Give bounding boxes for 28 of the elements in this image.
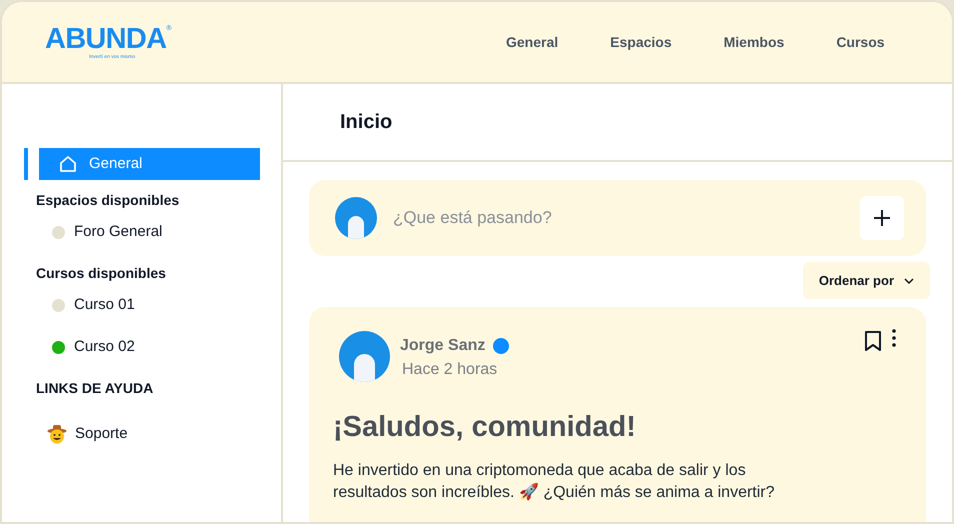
chevron-down-icon — [904, 278, 914, 284]
more-options-icon[interactable] — [892, 329, 896, 347]
nav-link[interactable]: Miembos — [698, 32, 810, 52]
bookmark-icon[interactable] — [864, 331, 882, 351]
author-name: Jorge Sanz — [400, 336, 486, 356]
logo-wordmark: ABUNDA — [45, 24, 166, 54]
cowboy-face-icon — [47, 424, 67, 444]
sidebar-link[interactable]: Curso 01 — [52, 284, 135, 326]
home-icon — [59, 155, 77, 173]
post-time: Hace 2 horas — [402, 360, 498, 380]
nav-link[interactable]: Cursos — [811, 32, 910, 52]
sidebar-link[interactable]: Foro General — [52, 211, 162, 253]
nav-link[interactable]: Espacios — [585, 32, 697, 52]
add-button[interactable] — [860, 196, 904, 240]
post-input-field[interactable]: ¿Que está pasando? — [393, 205, 844, 231]
sidebar-link[interactable]: Curso 02 — [52, 326, 135, 368]
section-heading: LINKS DE AYUDA — [36, 379, 154, 398]
section-heading: Espacios disponibles — [36, 191, 180, 210]
plus-icon — [873, 209, 891, 227]
page-title: Inicio — [340, 110, 392, 135]
sort-dropdown[interactable]: Ordenar por — [802, 262, 930, 299]
avatar-photo-placeholder — [339, 331, 390, 382]
post-title: ¡Saludos, comunidad! — [333, 410, 637, 445]
avatar-photo-placeholder — [335, 197, 377, 239]
sidebar-link[interactable]: Soporte — [47, 423, 128, 446]
nav-link[interactable]: General — [481, 32, 584, 52]
section-heading: Cursos disponibles — [36, 264, 167, 283]
post-body: He invertido en una criptomoneda que acaba de salir y los resultados son increíbles. 🚀 ¿Quién más se anima a invertir? — [333, 460, 776, 502]
